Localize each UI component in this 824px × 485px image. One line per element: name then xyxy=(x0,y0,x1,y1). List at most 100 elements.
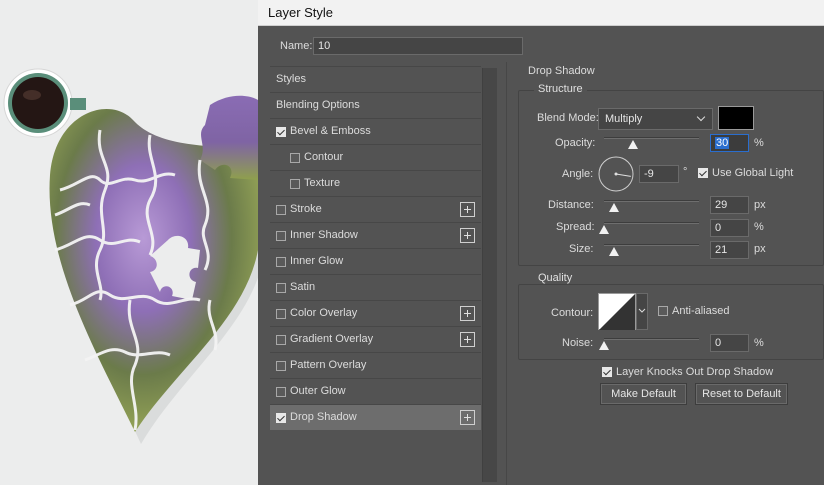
add-icon[interactable] xyxy=(460,410,475,425)
use-global-light-label: Use Global Light xyxy=(712,167,794,179)
add-icon[interactable] xyxy=(460,202,475,217)
style-item-inner-glow[interactable]: Inner Glow xyxy=(270,248,481,274)
section-title: Drop Shadow xyxy=(528,65,595,77)
style-item-blending-options[interactable]: Blending Options xyxy=(270,92,481,118)
size-label: Size: xyxy=(569,243,594,255)
spread-label: Spread: xyxy=(556,221,595,233)
style-item-label: Color Overlay xyxy=(290,307,358,319)
make-default-button[interactable]: Make Default xyxy=(600,383,687,405)
style-item-outer-glow[interactable]: Outer Glow xyxy=(270,378,481,404)
style-item-label: Inner Glow xyxy=(290,255,344,267)
opacity-slider-thumb[interactable] xyxy=(627,140,638,149)
opacity-label: Opacity: xyxy=(555,137,596,149)
style-item-pattern-overlay[interactable]: Pattern Overlay xyxy=(270,352,481,378)
distance-slider-thumb[interactable] xyxy=(608,203,619,212)
style-item-satin[interactable]: Satin xyxy=(270,274,481,300)
style-item-drop-shadow[interactable]: Drop Shadow xyxy=(270,404,481,430)
blend-mode-value: Multiply xyxy=(605,113,643,125)
angle-dial[interactable] xyxy=(597,155,635,193)
style-item-inner-shadow[interactable]: Inner Shadow xyxy=(270,222,481,248)
inner-shadow-checkbox[interactable] xyxy=(276,231,286,241)
style-list-scrollbar[interactable] xyxy=(482,68,497,482)
style-item-label: Styles xyxy=(276,73,306,85)
style-item-stroke[interactable]: Stroke xyxy=(270,196,481,222)
distance-slider[interactable] xyxy=(604,200,699,202)
satin-checkbox[interactable] xyxy=(276,283,286,293)
style-item-label: Blending Options xyxy=(276,99,360,111)
contour-checkbox[interactable] xyxy=(290,153,300,163)
chevron-down-icon xyxy=(696,112,706,122)
style-item-label: Contour xyxy=(304,151,344,163)
noise-input[interactable]: 0 xyxy=(710,334,749,352)
outer-glow-checkbox[interactable] xyxy=(276,387,286,397)
spread-slider-thumb[interactable] xyxy=(599,225,609,234)
style-item-label: Satin xyxy=(290,281,316,293)
opacity-slider[interactable] xyxy=(604,137,699,139)
distance-input[interactable]: 29 xyxy=(710,196,749,214)
contour-picker[interactable] xyxy=(598,293,648,331)
texture-checkbox[interactable] xyxy=(290,179,300,189)
size-slider-thumb[interactable] xyxy=(608,247,619,256)
blend-mode-label: Blend Mode: xyxy=(537,112,599,124)
quality-title: Quality xyxy=(534,272,577,284)
contour-label: Contour: xyxy=(551,307,594,319)
style-item-styles[interactable]: Styles xyxy=(270,66,481,92)
style-item-label: Inner Shadow xyxy=(290,229,358,241)
pattern-overlay-checkbox[interactable] xyxy=(276,361,286,371)
add-icon[interactable] xyxy=(460,332,475,347)
style-list: Styles Blending Options Bevel & Emboss Cont… xyxy=(270,66,482,485)
style-item-label: Outer Glow xyxy=(290,385,346,397)
use-global-light-checkbox[interactable] xyxy=(698,168,708,178)
color-overlay-checkbox[interactable] xyxy=(276,309,286,319)
angle-label: Angle: xyxy=(562,168,594,180)
panel-divider xyxy=(506,62,507,485)
structure-title: Structure xyxy=(534,83,587,95)
anti-aliased-checkbox[interactable] xyxy=(658,306,668,316)
name-input[interactable]: 10 xyxy=(313,37,523,55)
add-icon[interactable] xyxy=(460,306,475,321)
drop-shadow-checkbox[interactable] xyxy=(276,413,286,423)
gradient-overlay-checkbox[interactable] xyxy=(276,335,286,345)
style-item-texture[interactable]: Texture xyxy=(270,170,481,196)
anti-aliased-label: Anti-aliased xyxy=(672,305,730,317)
noise-unit: % xyxy=(754,337,764,349)
layer-knocks-out-checkbox[interactable] xyxy=(602,367,612,377)
distance-label: Distance: xyxy=(548,199,594,211)
reset-to-default-button[interactable]: Reset to Default xyxy=(695,383,788,405)
inner-glow-checkbox[interactable] xyxy=(276,257,286,267)
heart-puzzle-image xyxy=(3,68,258,444)
style-item-gradient-overlay[interactable]: Gradient Overlay xyxy=(270,326,481,352)
distance-unit: px xyxy=(754,199,766,211)
stroke-checkbox[interactable] xyxy=(276,205,286,215)
size-input[interactable]: 21 xyxy=(710,241,749,259)
dialog-title: Layer Style xyxy=(268,5,334,20)
opacity-unit: % xyxy=(754,137,764,149)
style-item-label: Gradient Overlay xyxy=(290,333,374,345)
name-label: Name: xyxy=(280,40,313,52)
size-slider[interactable] xyxy=(604,244,699,246)
style-item-contour[interactable]: Contour xyxy=(270,144,481,170)
spread-slider[interactable] xyxy=(604,222,699,224)
drop-shadow-panel: Drop Shadow Structure Blend Mode: Multip… xyxy=(506,62,824,485)
shadow-color-swatch[interactable] xyxy=(718,106,754,130)
angle-input[interactable]: -9 xyxy=(639,165,679,183)
document-canvas xyxy=(0,0,258,485)
noise-slider[interactable] xyxy=(604,338,699,340)
add-icon[interactable] xyxy=(460,228,475,243)
noise-slider-thumb[interactable] xyxy=(599,341,609,350)
spread-unit: % xyxy=(754,221,764,233)
angle-unit: ° xyxy=(683,166,688,178)
style-item-color-overlay[interactable]: Color Overlay xyxy=(270,300,481,326)
style-item-bevel-and-emboss[interactable]: Bevel & Emboss xyxy=(270,118,481,144)
style-item-label: Bevel & Emboss xyxy=(290,125,371,137)
bevel-and-emboss-checkbox[interactable] xyxy=(276,127,286,137)
style-item-label: Stroke xyxy=(290,203,322,215)
layer-style-dialog: Layer Style Name: 10 Styles Blending Opti… xyxy=(258,0,824,485)
size-unit: px xyxy=(754,243,766,255)
style-item-label: Pattern Overlay xyxy=(290,359,367,371)
noise-label: Noise: xyxy=(562,337,594,349)
spread-input[interactable]: 0 xyxy=(710,219,749,237)
blend-mode-select[interactable]: Multiply xyxy=(598,108,713,130)
opacity-input[interactable]: 30 xyxy=(710,134,749,152)
style-item-label: Texture xyxy=(304,177,341,189)
